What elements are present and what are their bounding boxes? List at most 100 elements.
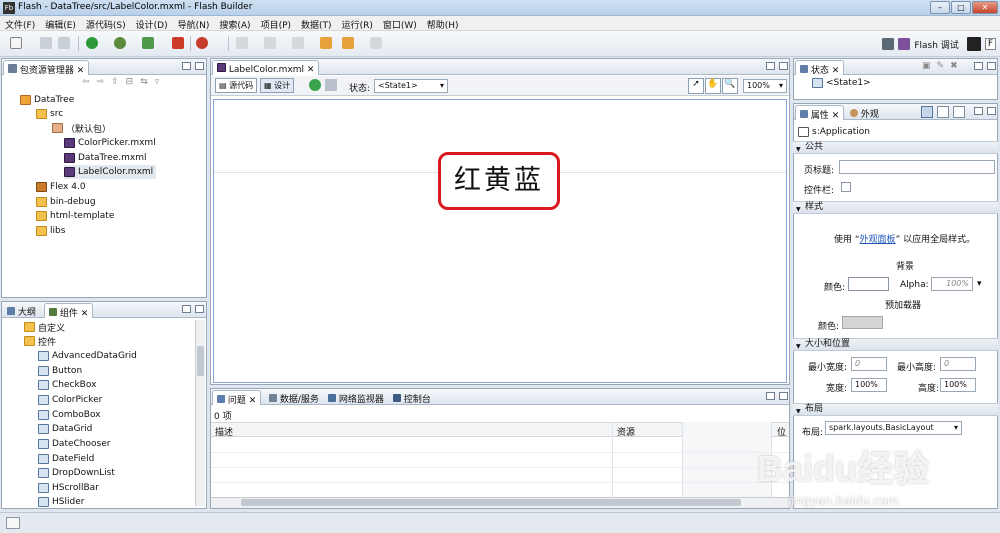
menu-navigate[interactable]: 导航(N)	[173, 16, 215, 31]
component-group[interactable]: 控件	[24, 334, 56, 348]
forward-icon[interactable]	[370, 37, 382, 49]
minimize-panel-icon[interactable]	[974, 107, 983, 115]
minimize-panel-icon[interactable]	[766, 62, 775, 70]
menu-search[interactable]: 搜索(A)	[214, 16, 255, 31]
category-view-icon[interactable]	[937, 106, 949, 118]
close-icon[interactable]: ✕	[246, 396, 257, 406]
menu-project[interactable]: 项目(P)	[256, 16, 296, 31]
minimize-panel-icon[interactable]	[182, 305, 191, 313]
min-height-input[interactable]: 0	[940, 357, 976, 371]
perspective-label[interactable]: Flash 调试	[914, 38, 958, 51]
preloader-color-swatch[interactable]	[842, 316, 883, 329]
maximize-button[interactable]: □	[951, 1, 971, 14]
flash-perspective-icon[interactable]	[966, 37, 981, 51]
save-icon[interactable]	[40, 37, 52, 49]
component-item[interactable]: HScrollBar	[38, 481, 99, 495]
prev-annotation-icon[interactable]	[292, 37, 304, 49]
component-group[interactable]: 自定义	[24, 320, 65, 334]
tree-item[interactable]: src	[36, 107, 63, 121]
debug-icon[interactable]	[114, 37, 126, 49]
delete-state-icon[interactable]: ✖	[950, 61, 964, 71]
edit-icon[interactable]	[236, 37, 248, 49]
chevron-down-icon[interactable]: ▾	[977, 279, 982, 289]
minimize-button[interactable]: –	[930, 1, 950, 14]
column-description[interactable]: 描述	[215, 425, 233, 438]
zoom-mode-icon[interactable]: 🔍	[722, 78, 738, 94]
component-item[interactable]: DataGrid	[38, 422, 92, 436]
state-select[interactable]: <State1> ▾	[374, 79, 448, 93]
new-file-icon[interactable]	[10, 37, 22, 49]
tab-data-services[interactable]: 数据/服务	[265, 390, 323, 405]
tab-outline[interactable]: 大纲	[3, 303, 40, 318]
component-item[interactable]: CheckBox	[38, 378, 96, 392]
scrollbar-thumb[interactable]	[241, 499, 741, 506]
tab-appearance[interactable]: 外观	[846, 105, 883, 120]
link-editor-icon[interactable]: ⇆	[140, 77, 155, 87]
alpha-view-icon[interactable]	[953, 106, 965, 118]
select-mode-icon[interactable]: ➚	[688, 78, 704, 94]
scrollbar-thumb[interactable]	[197, 346, 204, 376]
height-input[interactable]: 100%	[940, 378, 976, 392]
tab-package-explorer[interactable]: 包资源管理器 ✕	[3, 60, 90, 76]
tab-console[interactable]: 控制台	[389, 390, 435, 405]
tree-item[interactable]: html-template	[36, 209, 114, 223]
tab-properties[interactable]: 属性 ✕	[795, 105, 845, 121]
external-tools-icon[interactable]	[196, 37, 208, 49]
pan-mode-icon[interactable]: ✋	[705, 78, 721, 94]
menu-help[interactable]: 帮助(H)	[422, 16, 464, 31]
horizontal-scrollbar[interactable]	[211, 497, 789, 508]
back-icon[interactable]	[342, 37, 354, 49]
maximize-panel-icon[interactable]	[779, 392, 788, 400]
width-input[interactable]: 100%	[851, 378, 887, 392]
maximize-panel-icon[interactable]	[195, 62, 204, 70]
close-icon[interactable]: ✕	[77, 66, 85, 76]
perspective-flash-tab[interactable]: F	[984, 38, 996, 50]
tree-item[interactable]: bin-debug	[36, 195, 96, 209]
run-icon[interactable]	[86, 37, 98, 49]
close-icon[interactable]: ✕	[304, 65, 315, 75]
tab-components[interactable]: 组件 ✕	[44, 303, 94, 319]
source-mode-button[interactable]: ▤ 源代码	[215, 78, 258, 93]
background-color-swatch[interactable]	[848, 277, 889, 291]
up-nav-icon[interactable]: ⇧	[111, 77, 126, 87]
open-perspective-icon[interactable]	[882, 38, 895, 50]
components-scrollbar[interactable]	[195, 320, 205, 506]
show-surface-icon[interactable]	[325, 79, 337, 91]
min-width-input[interactable]: 0	[851, 357, 887, 371]
menu-window[interactable]: 窗口(W)	[378, 16, 422, 31]
edit-state-icon[interactable]: ✎	[937, 61, 951, 71]
maximize-panel-icon[interactable]	[987, 107, 996, 115]
section-style[interactable]: 样式	[793, 201, 998, 215]
last-edit-icon[interactable]	[320, 37, 332, 49]
section-common[interactable]: 公共	[793, 141, 998, 155]
close-icon[interactable]: ✕	[829, 111, 840, 121]
standard-view-icon[interactable]	[921, 106, 933, 118]
forward-nav-icon[interactable]: ⇨	[97, 77, 112, 87]
tree-item[interactable]: DataTree	[20, 93, 74, 107]
component-item[interactable]: HSlider	[38, 495, 84, 509]
design-mode-button[interactable]: ▦ 设计	[260, 78, 295, 93]
close-icon[interactable]: ✕	[78, 309, 89, 319]
canvas-label-text[interactable]: 红黄蓝	[438, 152, 560, 210]
menu-design[interactable]: 设计(D)	[131, 16, 173, 31]
export-release-icon[interactable]	[172, 37, 184, 49]
component-item[interactable]: DateField	[38, 452, 94, 466]
component-item[interactable]: ColorPicker	[38, 393, 102, 407]
section-size-position[interactable]: 大小和位置	[793, 338, 998, 352]
tab-labelcolor-mxml[interactable]: LabelColor.mxml ✕	[212, 60, 320, 75]
controlbar-checkbox[interactable]	[841, 182, 851, 192]
component-item[interactable]: DropDownList	[38, 466, 115, 480]
profile-icon[interactable]	[142, 37, 154, 49]
maximize-panel-icon[interactable]	[195, 305, 204, 313]
minimize-panel-icon[interactable]	[766, 392, 775, 400]
menu-file[interactable]: 文件(F)	[0, 16, 40, 31]
layout-select[interactable]: spark.layouts.BasicLayout ▾	[825, 421, 962, 435]
menu-data[interactable]: 数据(T)	[296, 16, 337, 31]
state-item[interactable]: <State1>	[812, 76, 871, 90]
maximize-panel-icon[interactable]	[987, 62, 996, 70]
next-annotation-icon[interactable]	[264, 37, 276, 49]
tree-item[interactable]: libs	[36, 224, 65, 238]
column-resource[interactable]: 资源	[617, 425, 635, 438]
menu-edit[interactable]: 编辑(E)	[40, 16, 81, 31]
tree-item[interactable]: ColorPicker.mxml	[64, 136, 156, 150]
